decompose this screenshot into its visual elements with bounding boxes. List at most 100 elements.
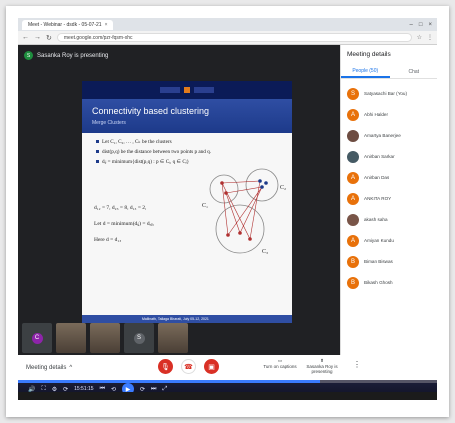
address-bar: ← → ↻ meet.google.com/pzr-fqsm-xhc ☆ ⋮ bbox=[18, 31, 437, 45]
presenter-bar: S Sasanka Roy is presenting bbox=[24, 51, 108, 60]
participant-tile[interactable]: C bbox=[22, 323, 52, 353]
call-controls: 🎙 ☎ ▣ bbox=[158, 359, 219, 374]
participant-name: Satyasachi Bar (You) bbox=[364, 91, 407, 96]
seek-progress bbox=[18, 380, 320, 383]
label-c3: C₃ bbox=[262, 249, 268, 255]
slide-subtitle: Merge Clusters bbox=[92, 120, 126, 126]
cluster-edges bbox=[221, 180, 263, 240]
mini-block bbox=[194, 87, 214, 93]
mini-accent bbox=[184, 87, 190, 93]
mini-block bbox=[160, 87, 180, 93]
participant-row[interactable]: B Biman Biswas bbox=[341, 251, 437, 272]
participant-name: ANKITA ROY bbox=[364, 196, 392, 201]
tab-close-icon[interactable]: × bbox=[105, 22, 108, 28]
presenting-label: Sasanka Roy is presenting bbox=[37, 52, 109, 59]
participant-avatar: A bbox=[347, 108, 359, 121]
participant-tile-video[interactable] bbox=[158, 323, 188, 353]
screen: Meet - Webinar - dsdk - 05-07-21 × – □ ×… bbox=[18, 18, 437, 398]
present-button[interactable]: ⬆ Sasanka Roy is presenting bbox=[304, 358, 340, 374]
slide-equation: d₁₂ = 7, d₂₃ = 8, d₁₃ = 2, bbox=[94, 205, 147, 211]
bullet: Let C₁, C₂, … , Cₖ be the clusters bbox=[96, 139, 211, 145]
participant-row[interactable]: S Satyasachi Bar (You) bbox=[341, 83, 437, 104]
participant-tile-video[interactable] bbox=[90, 323, 120, 353]
mic-off-icon[interactable]: 🎙 bbox=[158, 359, 173, 374]
camera-off-icon[interactable]: ▣ bbox=[204, 359, 219, 374]
tab-people[interactable]: People (50) bbox=[341, 65, 390, 78]
reload-icon[interactable]: ↻ bbox=[46, 34, 52, 42]
participant-tile[interactable]: S bbox=[124, 323, 154, 353]
participant-avatar: A bbox=[347, 171, 359, 184]
captions-label: Turn on captions bbox=[263, 364, 297, 369]
slide: Connectivity based clustering Merge Clus… bbox=[82, 99, 292, 323]
bullet-text: Let C₁, C₂, … , Cₖ be the clusters bbox=[102, 139, 172, 145]
participant-row[interactable]: A ANKITA ROY bbox=[341, 188, 437, 209]
participant-row[interactable]: Anirban Sarkar bbox=[341, 146, 437, 167]
seek-bar[interactable] bbox=[18, 380, 437, 383]
shared-screen: Connectivity based clustering Merge Clus… bbox=[82, 81, 292, 323]
bullet: dᵢⱼ = minimum{dist(p,q) : p ∈ Cᵢ, q ∈ Cⱼ… bbox=[96, 159, 211, 165]
participant-avatar: S bbox=[133, 332, 145, 344]
presenter-avatar: S bbox=[24, 51, 33, 60]
slide-equation: Here d = d₁₃ bbox=[94, 237, 122, 243]
window-controls: – □ × bbox=[410, 22, 437, 28]
slide-header: Connectivity based clustering Merge Clus… bbox=[82, 99, 292, 133]
participant-name: Bikash Ghosh bbox=[364, 280, 393, 285]
meet-stage: S Sasanka Roy is presenting Connectivity… bbox=[18, 45, 340, 355]
participant-name: Anirban Das bbox=[364, 175, 390, 180]
cluster-diagram: C₂ C₁ C₃ bbox=[202, 168, 286, 255]
participant-row[interactable]: B Bikash Ghosh bbox=[341, 272, 437, 293]
participant-avatar: A bbox=[347, 192, 359, 205]
participant-row[interactable]: Amartya Banerjee bbox=[341, 125, 437, 146]
forward-icon[interactable]: → bbox=[34, 34, 41, 41]
participant-avatar bbox=[347, 150, 359, 163]
tab-chat[interactable]: Chat bbox=[390, 65, 438, 78]
participant-row[interactable]: akash saha bbox=[341, 209, 437, 230]
browser-tab[interactable]: Meet - Webinar - dsdk - 05-07-21 × bbox=[22, 19, 114, 30]
participant-avatar: C bbox=[31, 332, 43, 344]
menu-icon[interactable]: ⋮ bbox=[427, 34, 433, 41]
cluster-c2-outline bbox=[245, 168, 279, 202]
more-options-icon[interactable]: ⋮ bbox=[353, 360, 361, 369]
url-text: meet.google.com/pzr-fqsm-xhc bbox=[63, 34, 133, 41]
participant-name: Abhi Halder bbox=[364, 112, 389, 117]
slide-bullets: Let C₁, C₂, … , Cₖ be the clusters dist(… bbox=[96, 139, 211, 169]
participant-avatar: A bbox=[347, 234, 359, 247]
maximize-icon[interactable]: □ bbox=[419, 22, 423, 28]
participant-avatar: B bbox=[347, 255, 359, 268]
participant-name: Biman Biswas bbox=[364, 259, 393, 264]
bullet-text: dist(p,q) be the distance between two po… bbox=[102, 149, 212, 155]
participant-name: Anirban Sarkar bbox=[364, 154, 395, 159]
meeting-details-panel: Meeting details People (50) Chat S Satyas… bbox=[340, 45, 437, 355]
people-list: S Satyasachi Bar (You) A Abhi Halder Amartya… bbox=[341, 83, 437, 293]
slide-equation: Let d = minimum(dᵢⱼ) = dₐᵦ, bbox=[94, 221, 155, 227]
participant-tile-video[interactable] bbox=[56, 323, 86, 353]
participant-row[interactable]: A Anirban Das bbox=[341, 167, 437, 188]
meet-control-bar: Meeting details ^ 🎙 ☎ ▣ ▭ Turn on captio… bbox=[18, 355, 437, 380]
participant-name: akash saha bbox=[364, 217, 388, 222]
minimize-icon[interactable]: – bbox=[410, 22, 413, 28]
back-icon[interactable]: ← bbox=[22, 34, 29, 41]
url-field[interactable]: meet.google.com/pzr-fqsm-xhc bbox=[56, 33, 412, 42]
label-c2: C₂ bbox=[280, 185, 286, 191]
participant-avatar: B bbox=[347, 276, 359, 289]
participant-name: Amiyan Kundu bbox=[364, 238, 394, 243]
captions-button[interactable]: ▭ Turn on captions bbox=[260, 358, 300, 369]
participant-row[interactable]: A Abhi Halder bbox=[341, 104, 437, 125]
hang-up-icon[interactable]: ☎ bbox=[181, 359, 196, 374]
participant-row[interactable]: A Amiyan Kundu bbox=[341, 230, 437, 251]
panel-tabs: People (50) Chat bbox=[341, 65, 437, 79]
chevron-up-icon: ^ bbox=[69, 364, 73, 371]
label-c1: C₁ bbox=[202, 203, 208, 209]
meeting-details-button[interactable]: Meeting details ^ bbox=[26, 365, 72, 371]
cluster-c3-outline bbox=[215, 204, 265, 254]
panel-title: Meeting details bbox=[347, 51, 391, 58]
participant-avatar bbox=[347, 213, 359, 226]
browser-tab-bar: Meet - Webinar - dsdk - 05-07-21 × – □ × bbox=[18, 18, 437, 31]
close-window-icon[interactable]: × bbox=[428, 22, 432, 28]
slide-title: Connectivity based clustering bbox=[92, 106, 210, 116]
meeting-details-label: Meeting details bbox=[26, 364, 67, 371]
star-icon[interactable]: ☆ bbox=[417, 34, 422, 41]
present-label: Sasanka Roy is presenting bbox=[306, 364, 338, 374]
tab-title: Meet - Webinar - dsdk - 05-07-21 bbox=[28, 21, 102, 28]
bullet: dist(p,q) be the distance between two po… bbox=[96, 149, 211, 155]
